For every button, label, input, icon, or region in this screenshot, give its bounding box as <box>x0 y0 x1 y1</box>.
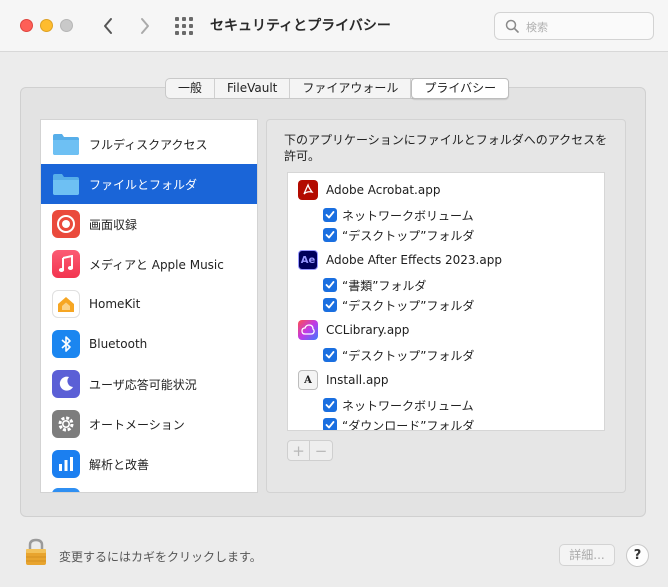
app-row-install: A Install.app <box>298 369 389 391</box>
permission-label: “書類”フォルダ <box>342 278 427 293</box>
add-app-button[interactable]: + <box>288 441 310 460</box>
title-bar: セキュリティとプライバシー 検索 <box>0 0 668 52</box>
bluetooth-icon <box>52 330 80 358</box>
chevron-right-icon <box>141 18 149 34</box>
sidebar-item-label: 画面収録 <box>89 217 138 232</box>
preferences-window: セキュリティとプライバシー 検索 一般 FileVault ファイアウォール プ… <box>0 0 668 587</box>
sidebar-item-analytics[interactable]: 解析と改善 <box>41 444 257 484</box>
bar-chart-icon <box>52 450 80 478</box>
permission-checkbox-row[interactable]: “デスクトップ”フォルダ <box>323 346 474 364</box>
tab-bar: 一般 FileVault ファイアウォール プライバシー <box>165 78 510 99</box>
lock-instruction-text: 変更するにはカギをクリックします。 <box>59 550 262 564</box>
after-effects-icon: Ae <box>298 250 318 270</box>
sidebar-item-label: オートメーション <box>89 417 185 432</box>
permission-checkbox-row[interactable]: ネットワークボリューム <box>323 206 474 224</box>
checkbox-checked[interactable] <box>323 418 337 430</box>
tab-firewall[interactable]: ファイアウォール <box>290 79 412 98</box>
privacy-category-list[interactable]: フルディスクアクセス ファイルとフォルダ 画面収録 メディアと Apple Mu… <box>40 119 258 493</box>
app-row-after-effects: Ae Adobe After Effects 2023.app <box>298 249 502 271</box>
checkbox-checked[interactable] <box>323 398 337 412</box>
permission-checkbox-row[interactable]: “ダウンロード”フォルダ <box>323 416 475 431</box>
minimize-button[interactable] <box>40 19 53 32</box>
permission-label: “デスクトップ”フォルダ <box>342 228 475 243</box>
back-button[interactable] <box>97 14 119 38</box>
permission-checkbox-row[interactable]: “デスクトップ”フォルダ <box>323 296 474 314</box>
sidebar-item-screen-recording[interactable]: 画面収録 <box>41 204 257 244</box>
sidebar-item-homekit[interactable]: HomeKit <box>41 284 257 324</box>
checkbox-checked[interactable] <box>323 228 337 242</box>
sidebar-item-label: ファイルとフォルダ <box>89 177 198 192</box>
tab-filevault[interactable]: FileVault <box>215 79 291 98</box>
adobe-installer-icon: A <box>298 370 318 390</box>
sidebar-item-files-and-folders[interactable]: ファイルとフォルダ <box>41 164 257 204</box>
permission-label: “ダウンロード”フォルダ <box>342 418 475 431</box>
remove-app-button[interactable]: − <box>310 441 332 460</box>
tab-general[interactable]: 一般 <box>166 79 216 98</box>
chevron-left-icon <box>104 18 112 34</box>
sidebar-item-label: フルディスクアクセス <box>89 137 208 152</box>
creative-cloud-icon <box>298 320 318 340</box>
app-name: CCLibrary.app <box>326 323 410 337</box>
close-button[interactable] <box>20 19 33 32</box>
moon-icon <box>52 370 80 398</box>
help-button[interactable]: ? <box>626 544 649 567</box>
app-name: Install.app <box>326 373 389 387</box>
window-title: セキュリティとプライバシー <box>210 18 391 34</box>
permission-label: ネットワークボリューム <box>342 208 474 223</box>
sidebar-item-full-disk-access[interactable]: フルディスクアクセス <box>41 124 257 164</box>
checkbox-checked[interactable] <box>323 348 337 362</box>
app-row-acrobat: Adobe Acrobat.app <box>298 179 440 201</box>
search-field[interactable]: 検索 <box>494 12 654 40</box>
permission-label: “デスクトップ”フォルダ <box>342 348 475 363</box>
sidebar-item-partial[interactable] <box>41 486 257 492</box>
sidebar-item-label: Bluetooth <box>89 337 148 351</box>
forward-button[interactable] <box>134 14 156 38</box>
access-description: 下のアプリケーションにファイルとフォルダへのアクセスを許可。 <box>284 133 608 163</box>
home-icon <box>52 290 80 318</box>
gear-icon <box>52 410 80 438</box>
app-row-cclibrary: CCLibrary.app <box>298 319 409 341</box>
partial-icon <box>52 488 80 492</box>
search-icon <box>505 19 519 33</box>
app-name: Adobe Acrobat.app <box>326 183 441 197</box>
checkbox-checked[interactable] <box>323 278 337 292</box>
app-name: Adobe After Effects 2023.app <box>326 253 502 267</box>
show-all-grid-icon[interactable] <box>175 17 195 35</box>
add-remove-control: + − <box>287 440 333 461</box>
tab-privacy[interactable]: プライバシー <box>411 78 510 99</box>
permission-checkbox-row[interactable]: ネットワークボリューム <box>323 396 474 414</box>
screen-record-icon <box>52 210 80 238</box>
search-placeholder: 検索 <box>526 21 548 34</box>
lock-icon[interactable] <box>24 537 48 571</box>
checkbox-checked[interactable] <box>323 208 337 222</box>
permission-checkbox-row[interactable]: “デスクトップ”フォルダ <box>323 226 474 244</box>
sidebar-item-focus-status[interactable]: ユーザ応答可能状況 <box>41 364 257 404</box>
sidebar-item-label: ユーザ応答可能状況 <box>89 377 197 392</box>
music-icon <box>52 250 80 278</box>
permission-checkbox-row[interactable]: “書類”フォルダ <box>323 276 426 294</box>
details-button[interactable]: 詳細... <box>559 544 615 566</box>
permission-label: “デスクトップ”フォルダ <box>342 298 475 313</box>
app-permission-list[interactable]: Adobe Acrobat.app ネットワークボリューム “デスクトップ”フォ… <box>287 172 605 431</box>
sidebar-item-automation[interactable]: オートメーション <box>41 404 257 444</box>
sidebar-item-bluetooth[interactable]: Bluetooth <box>41 324 257 364</box>
zoom-button[interactable] <box>60 19 73 32</box>
folder-icon <box>52 170 80 198</box>
sidebar-item-label: 解析と改善 <box>89 457 150 472</box>
sidebar-item-media-apple-music[interactable]: メディアと Apple Music <box>41 244 257 284</box>
folder-icon <box>52 130 80 158</box>
permission-label: ネットワークボリューム <box>342 398 474 413</box>
checkbox-checked[interactable] <box>323 298 337 312</box>
sidebar-item-label: メディアと Apple Music <box>89 257 224 272</box>
sidebar-item-label: HomeKit <box>89 297 141 311</box>
acrobat-icon <box>298 180 318 200</box>
